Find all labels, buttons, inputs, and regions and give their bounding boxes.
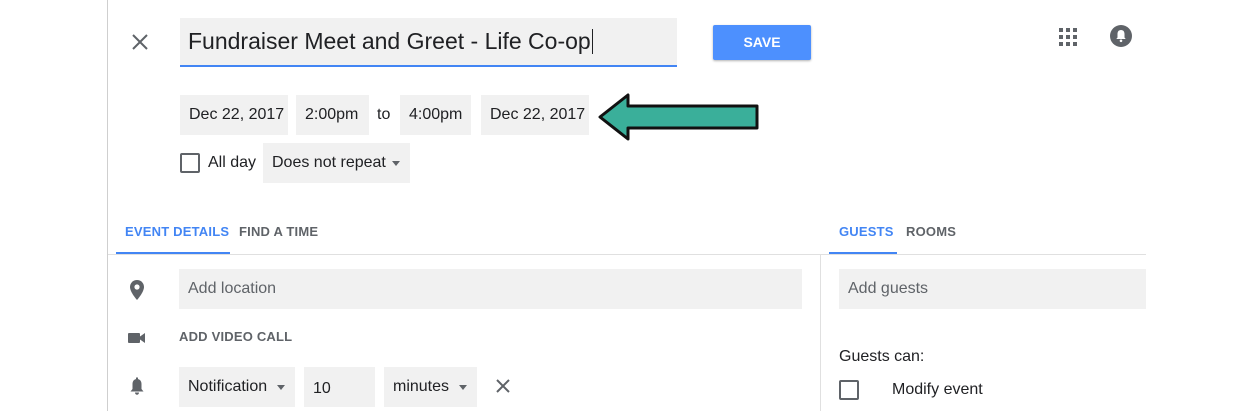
start-date-field[interactable]: Dec 22, 2017 — [180, 95, 288, 135]
start-time-field[interactable]: 2:00pm — [296, 95, 369, 135]
apps-grid-icon[interactable] — [1058, 27, 1078, 47]
guest-permissions-heading: Guests can: — [839, 348, 925, 365]
tab-rooms[interactable]: ROOMS — [906, 222, 956, 242]
add-guests-input[interactable]: Add guests — [839, 269, 1146, 309]
dropdown-arrow-icon — [459, 385, 467, 390]
add-video-call-button[interactable]: ADD VIDEO CALL — [179, 327, 292, 347]
tab-event-details[interactable]: EVENT DETAILS — [125, 222, 229, 242]
tab-guests[interactable]: GUESTS — [839, 222, 894, 242]
event-title-input[interactable]: Fundraiser Meet and Greet - Life Co-op — [188, 28, 593, 55]
tabs-divider — [108, 254, 1146, 255]
dropdown-arrow-icon — [277, 385, 285, 390]
repeat-select-value: Does not repeat — [272, 154, 386, 171]
remove-notification-close-icon[interactable] — [493, 376, 513, 396]
save-button[interactable]: SAVE — [713, 25, 811, 60]
event-title-field[interactable]: Fundraiser Meet and Greet - Life Co-op — [180, 18, 677, 67]
event-title-text: Fundraiser Meet and Greet - Life Co-op — [188, 28, 591, 54]
repeat-select[interactable]: Does not repeat — [263, 143, 410, 183]
video-camera-icon — [125, 326, 149, 350]
end-time-field[interactable]: 4:00pm — [400, 95, 471, 135]
modify-event-checkbox[interactable] — [839, 380, 859, 400]
notification-unit-value: minutes — [393, 378, 450, 395]
tab-find-a-time[interactable]: FIND A TIME — [239, 222, 318, 242]
bell-icon — [125, 375, 149, 399]
notification-unit-select[interactable]: minutes — [384, 367, 477, 407]
notification-type-select[interactable]: Notification — [179, 367, 295, 407]
left-divider — [107, 0, 108, 411]
modify-event-label: Modify event — [892, 381, 983, 398]
text-caret — [591, 29, 593, 54]
notification-amount-input[interactable]: 10 — [304, 367, 375, 407]
notifications-icon[interactable] — [1109, 24, 1133, 48]
end-date-field[interactable]: Dec 22, 2017 — [481, 95, 589, 135]
location-pin-icon — [125, 278, 149, 302]
time-range-separator: to — [377, 106, 391, 123]
column-divider — [820, 255, 821, 411]
location-input[interactable]: Add location — [179, 269, 802, 309]
close-icon[interactable] — [128, 30, 152, 54]
all-day-checkbox[interactable] — [180, 153, 200, 173]
dropdown-arrow-icon — [392, 161, 400, 166]
notification-type-value: Notification — [188, 378, 268, 395]
annotation-arrow-icon — [596, 92, 762, 147]
all-day-label: All day — [208, 154, 257, 171]
